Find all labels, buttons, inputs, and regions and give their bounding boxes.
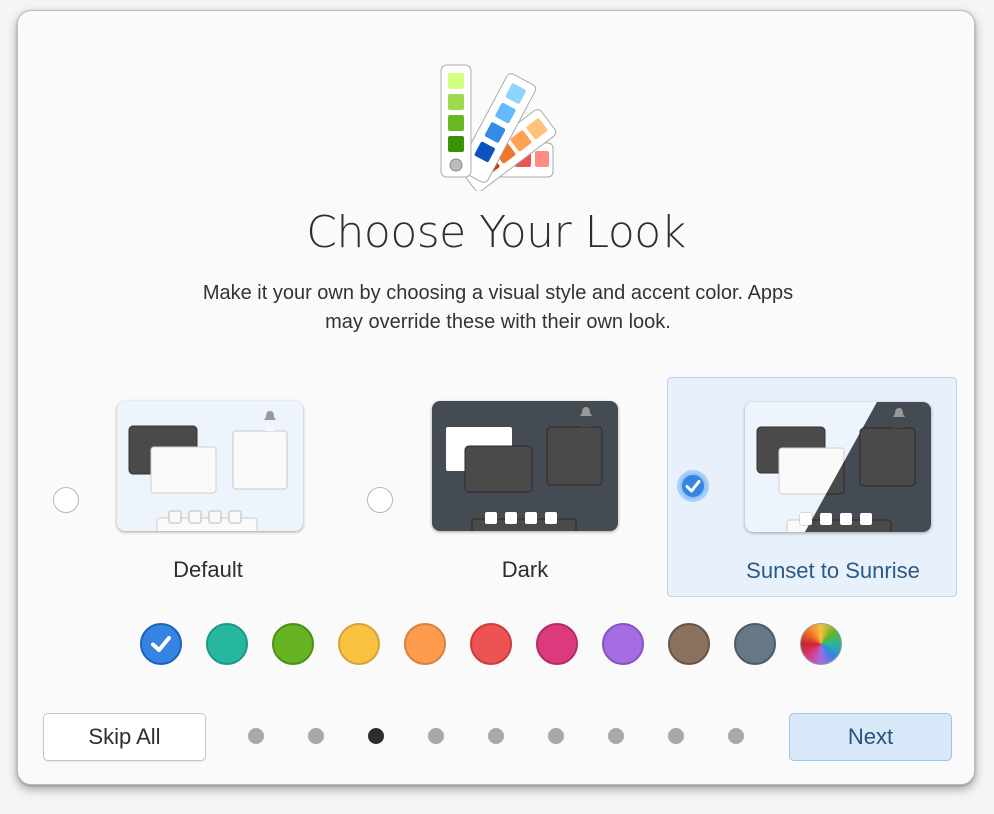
- style-option-dark[interactable]: Dark: [348, 377, 648, 597]
- checkmark-icon: [151, 636, 171, 652]
- style-option-sunset-to-sunrise[interactable]: Sunset to Sunrise: [667, 377, 957, 597]
- onboarding-window: Choose Your Look Make it your own by cho…: [17, 10, 975, 785]
- sunset-to-sunrise-style-preview[interactable]: [745, 402, 931, 532]
- page-dot[interactable]: [248, 728, 264, 744]
- page-subtitle: Make it your own by choosing a visual st…: [202, 282, 794, 333]
- dark-preview-graphic: [446, 407, 603, 531]
- page-dot[interactable]: [488, 728, 504, 744]
- style-option-default[interactable]: Default: [38, 377, 338, 597]
- default-style-preview[interactable]: [117, 401, 303, 531]
- dark-style-preview[interactable]: [432, 401, 618, 531]
- page-dot[interactable]: [668, 728, 684, 744]
- page-dot[interactable]: [608, 728, 624, 744]
- skip-all-button[interactable]: Skip All: [43, 713, 206, 761]
- accent-swatch-slate[interactable]: [734, 623, 776, 665]
- color-palette-icon: [440, 64, 557, 191]
- accent-swatch-red[interactable]: [470, 623, 512, 665]
- checkmark-icon: [685, 480, 701, 493]
- sunset-preview-graphic: [756, 402, 931, 532]
- next-button[interactable]: Next: [789, 713, 952, 761]
- default-preview-graphic: [128, 411, 288, 531]
- accent-swatch-yellow[interactable]: [338, 623, 380, 665]
- style-radio-sunset-to-sunrise[interactable]: [680, 473, 706, 499]
- accent-swatch-orange[interactable]: [404, 623, 446, 665]
- accent-swatch-teal[interactable]: [206, 623, 248, 665]
- accent-swatch-brown[interactable]: [668, 623, 710, 665]
- style-radio-dark[interactable]: [367, 487, 393, 513]
- page-dot-current[interactable]: [368, 728, 384, 744]
- accent-swatch-green[interactable]: [272, 623, 314, 665]
- style-label-dark: Dark: [501, 557, 549, 582]
- page-dot[interactable]: [308, 728, 324, 744]
- accent-swatch-pink[interactable]: [536, 623, 578, 665]
- accent-swatch-auto[interactable]: [800, 623, 842, 665]
- style-radio-default[interactable]: [53, 487, 79, 513]
- accent-swatch-purple[interactable]: [602, 623, 644, 665]
- page-dot[interactable]: [428, 728, 444, 744]
- page-dot[interactable]: [548, 728, 564, 744]
- accent-swatch-blue[interactable]: [140, 623, 182, 665]
- style-label-sunset-to-sunrise: Sunset to Sunrise: [746, 558, 920, 583]
- style-label-default: Default: [173, 557, 243, 582]
- page-title: Choose Your Look: [306, 207, 686, 258]
- page-dot[interactable]: [728, 728, 744, 744]
